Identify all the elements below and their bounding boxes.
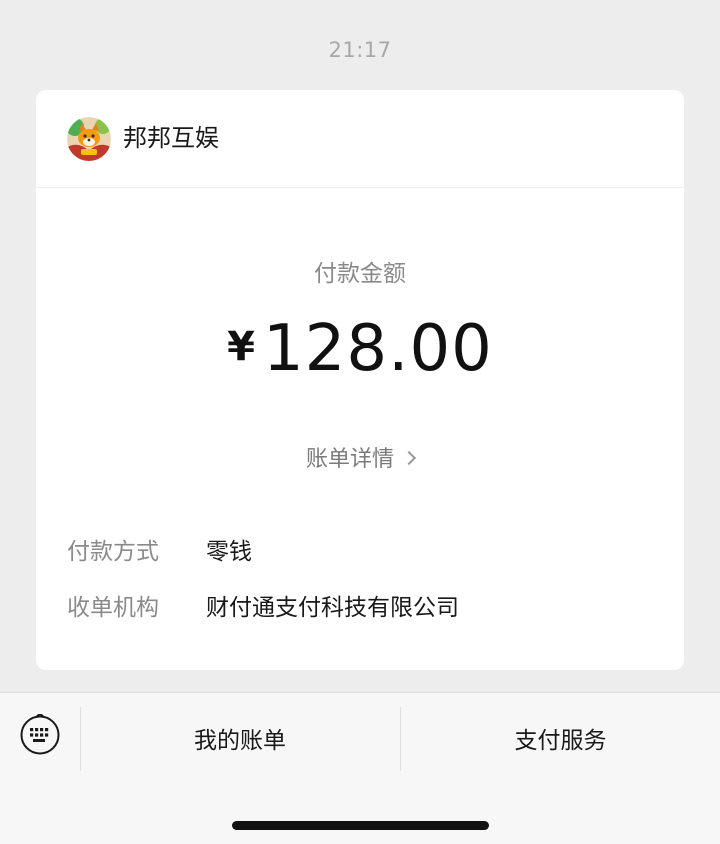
merchant-name[interactable]: 邦邦互娱 [123, 123, 219, 153]
bill-details-label: 账单详情 [305, 447, 394, 472]
merchant-avatar[interactable] [67, 117, 111, 161]
acquirer-key: 收单机构 [67, 595, 159, 621]
acquirer-value: 财付通支付科技有限公司 [206, 595, 459, 621]
keyboard-toggle-button[interactable] [19, 712, 61, 756]
bill-details-link[interactable]: 账单详情 [36, 441, 684, 473]
menu-my-bills[interactable]: 我的账单 [81, 721, 399, 761]
home-indicator[interactable] [232, 821, 489, 830]
amount-label: 付款金额 [314, 261, 406, 287]
payment-method-key: 付款方式 [67, 539, 159, 565]
amount-value: 128.00 [262, 312, 493, 386]
cartoon-fox-avatar-icon [67, 117, 111, 161]
menu-payment-services[interactable]: 支付服务 [401, 721, 720, 761]
card-header: 邦邦互娱 [36, 90, 684, 188]
payment-method-value: 零钱 [206, 539, 252, 565]
message-timestamp: 21:17 [328, 38, 392, 62]
payment-amount: ¥128.00 [36, 312, 684, 386]
bottom-menu-bar: 我的账单 支付服务 [0, 692, 720, 844]
chevron-right-icon [401, 450, 417, 466]
currency-symbol: ¥ [227, 324, 255, 370]
payment-notification-card[interactable]: 邦邦互娱 付款金额 ¥128.00 账单详情 付款方式 零钱 收单机构 财付通支… [36, 90, 684, 670]
keyboard-icon [20, 712, 60, 755]
